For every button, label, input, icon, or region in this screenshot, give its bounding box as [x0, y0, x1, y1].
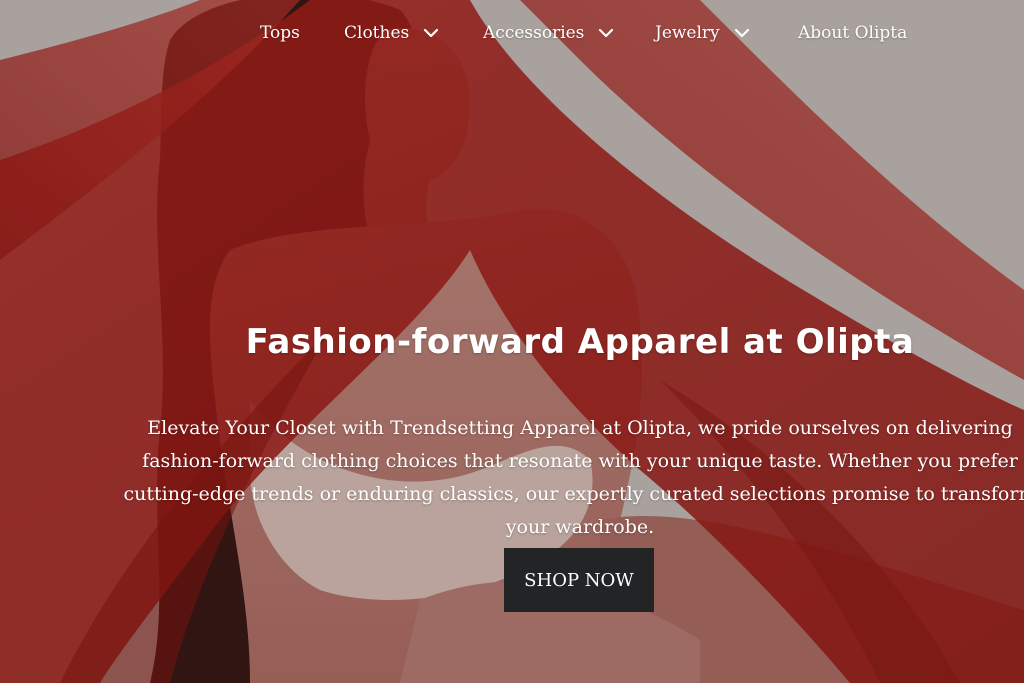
nav-item-about-olipta[interactable]: About Olipta	[798, 18, 907, 48]
main-navigation: Tops Clothes Accessories Jewelry About O…	[0, 18, 1024, 48]
hero-description: Elevate Your Closet with Trendsetting Ap…	[123, 417, 1024, 538]
nav-item-label: Tops	[260, 23, 300, 43]
nav-item-label: Clothes	[344, 23, 410, 43]
nav-item-label: Jewelry	[655, 23, 720, 43]
chevron-down-icon[interactable]	[598, 25, 614, 41]
nav-item-accessories[interactable]: Accessories	[483, 18, 614, 48]
nav-item-label: Accessories	[483, 23, 585, 43]
nav-item-clothes[interactable]: Clothes	[344, 18, 439, 48]
nav-item-label: About Olipta	[798, 23, 908, 43]
hero-headline: Fashion-forward Apparel at Olipta	[245, 322, 915, 362]
shop-now-button[interactable]: SHOP NOW	[504, 548, 654, 612]
chevron-down-icon[interactable]	[734, 25, 750, 41]
nav-item-tops[interactable]: Tops	[260, 18, 300, 48]
chevron-down-icon[interactable]	[423, 25, 439, 41]
nav-item-jewelry[interactable]: Jewelry	[655, 18, 750, 48]
